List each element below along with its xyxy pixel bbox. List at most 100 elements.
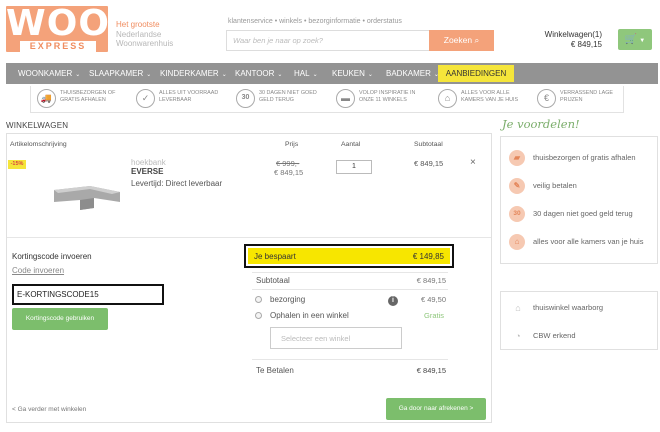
total-value: € 849,15 <box>416 366 446 375</box>
divider <box>7 237 491 238</box>
discount-code-link[interactable]: Code invoeren <box>12 266 64 275</box>
nav-item-keuken[interactable]: KEUKEN ⌄ <box>332 63 373 84</box>
euro-icon: € <box>537 89 556 108</box>
logo-text: WOON <box>6 3 142 44</box>
cbw-icon: ◔ <box>515 331 521 341</box>
nav-item-hal[interactable]: HAL ⌄ <box>294 63 318 84</box>
pickup-value: Gratis <box>424 311 445 320</box>
savings-value: € 149,85 <box>412 252 444 261</box>
nav-item-kinderkamer[interactable]: KINDERKAMER ⌄ <box>160 63 227 84</box>
apply-discount-button[interactable]: Kortingscode gebruiken <box>12 308 108 330</box>
chevron-down-icon: ⌄ <box>312 72 318 78</box>
search-button[interactable]: Zoeken ⌕ <box>429 30 494 51</box>
cart-count-label: Winkelwagen(1) <box>544 30 602 39</box>
truck-icon: ▰ <box>509 150 525 166</box>
remove-item-icon[interactable]: × <box>470 157 476 168</box>
nav-label: HAL <box>294 69 310 78</box>
usp-text: ALLES VOOR ALLE KAMERS VAN JE HUIS <box>461 90 519 104</box>
delivery-radio[interactable] <box>255 296 262 303</box>
delivery-value: € 49,50 <box>420 295 446 304</box>
continue-shopping-link[interactable]: < Ga verder met winkelen <box>12 406 86 413</box>
nav-label: WOONKAMER <box>18 69 73 78</box>
page-title: WINKELWAGEN <box>6 121 69 130</box>
nav-label: KANTOOR <box>235 69 275 78</box>
usp-text: THUISBEZORGEN OF GRATIS AFHALEN <box>60 90 116 104</box>
subtotal-value: € 849,15 <box>416 276 446 285</box>
chevron-down-icon: ⌄ <box>146 72 152 78</box>
home-icon: ⌂ <box>509 234 525 250</box>
usp-text: VERRASSEND LAGE PRIJZEN <box>560 90 614 104</box>
tagline-line-3: Woonwarenhuis <box>116 39 174 48</box>
thirty-days-icon: 30 <box>509 206 525 222</box>
tagline-line-1: Het grootste <box>116 20 160 29</box>
check-icon: ✓ <box>136 89 155 108</box>
column-header-description: Artikelomschrijving <box>10 141 67 148</box>
delivery-time: Levertijd: Direct leverbaar <box>131 179 223 188</box>
savings-label: Je bespaart <box>254 252 296 261</box>
usp-text: VOLOP INSPIRATIE IN ONZE 11 WINKELS <box>359 90 416 104</box>
search-icon: ⌕ <box>474 35 480 45</box>
column-header-price: Prijs <box>285 141 299 148</box>
column-header-subtotal: Subtotaal <box>414 141 443 148</box>
sofa-chaise <box>80 198 94 210</box>
nav-label: BADKAMER <box>386 69 431 78</box>
chevron-down-icon: ▼ <box>639 38 646 44</box>
chevron-down-icon: ⌄ <box>277 72 283 78</box>
secure-pay-icon: ✎ <box>509 178 525 194</box>
nav-item-aanbiedingen[interactable]: AANBIEDINGEN <box>438 65 514 82</box>
pickup-radio[interactable] <box>255 312 262 319</box>
benefit-text: alles voor alle kamers van je huis <box>533 237 644 246</box>
discount-title: Kortingscode invoeren <box>12 252 92 261</box>
top-links[interactable]: klantenservice • winkels • bezorginforma… <box>228 18 402 25</box>
item-subtotal: € 849,15 <box>414 159 444 168</box>
cart-total: € 849,15 <box>570 39 602 49</box>
thuiswinkel-icon: ⌂ <box>515 303 521 313</box>
product-type: hoekbank <box>131 158 166 167</box>
nav-label: KEUKEN <box>332 69 365 78</box>
divider <box>252 272 448 273</box>
trust-text: thuiswinkel waarborg <box>533 303 604 312</box>
usp-text: ALLES UIT VOORRAAD LEVERBAAR <box>159 90 219 104</box>
trust-text: CBW erkend <box>533 331 576 340</box>
logo[interactable]: WOON EXPRESS <box>6 3 142 52</box>
benefits-panel: ▰ thuisbezorgen of gratis afhalen ✎ veil… <box>500 136 658 264</box>
product-image[interactable] <box>50 180 122 214</box>
chevron-down-icon: ⌄ <box>367 72 373 78</box>
truck-icon: 🚚 <box>37 89 56 108</box>
chevron-down-icon: ⌄ <box>221 72 227 78</box>
nav-label: SLAAPKAMER <box>89 69 144 78</box>
tagline-line-2: Nederlandse <box>116 29 162 39</box>
search-input[interactable]: Waar ben je naar op zoek? <box>226 30 430 51</box>
product-name[interactable]: EVERSE <box>131 167 163 176</box>
discount-code-input[interactable]: E-KORTINGSCODE15 <box>12 284 164 305</box>
nav-item-woonkamer[interactable]: WOONKAMER ⌄ <box>18 63 80 84</box>
nav-item-slaapkamer[interactable]: SLAAPKAMER ⌄ <box>89 63 151 84</box>
cart-button[interactable]: 🛒 ▼ <box>618 29 652 50</box>
chevron-down-icon: ⌄ <box>75 72 81 78</box>
nav-item-kantoor[interactable]: KANTOOR ⌄ <box>235 63 282 84</box>
nav-label: KINDERKAMER <box>160 69 219 78</box>
tagline: Het grootste Nederlandse Woonwarenhuis <box>116 20 173 49</box>
checkout-button[interactable]: Ga door naar afrekenen > <box>386 398 486 420</box>
cart-summary[interactable]: Winkelwagen(1) € 849,15 <box>540 30 602 49</box>
pickup-label[interactable]: Ophalen in een winkel <box>270 311 349 320</box>
column-header-quantity: Aantal <box>341 141 361 148</box>
savings-highlight: Je bespaart € 149,85 <box>244 244 454 268</box>
benefit-text: thuisbezorgen of gratis afhalen <box>533 153 636 162</box>
thirty-days-icon: 30 <box>236 89 255 108</box>
price-new: € 849,15 <box>274 168 304 177</box>
benefit-text: veilig betalen <box>533 181 577 190</box>
search-button-label: Zoeken <box>443 35 473 45</box>
discount-badge: -15% <box>8 160 26 169</box>
trust-panel: ⌂ thuiswinkel waarborg ◔ CBW erkend <box>500 291 658 350</box>
usp-text: 30 DAGEN NIET GOED GELD TERUG <box>259 90 317 104</box>
sofa-icon: ▬ <box>336 89 355 108</box>
logo-subtext: EXPRESS <box>20 41 96 52</box>
quantity-input[interactable]: 1 <box>336 160 372 174</box>
benefits-title: Je voordelen! <box>502 117 580 131</box>
delivery-label[interactable]: bezorging <box>270 295 305 304</box>
nav-item-badkamer[interactable]: BADKAMER ⌄ <box>386 63 439 84</box>
divider <box>252 359 448 360</box>
price-old: € 999,- <box>276 159 300 168</box>
store-select[interactable]: Selecteer een winkel <box>270 327 402 349</box>
